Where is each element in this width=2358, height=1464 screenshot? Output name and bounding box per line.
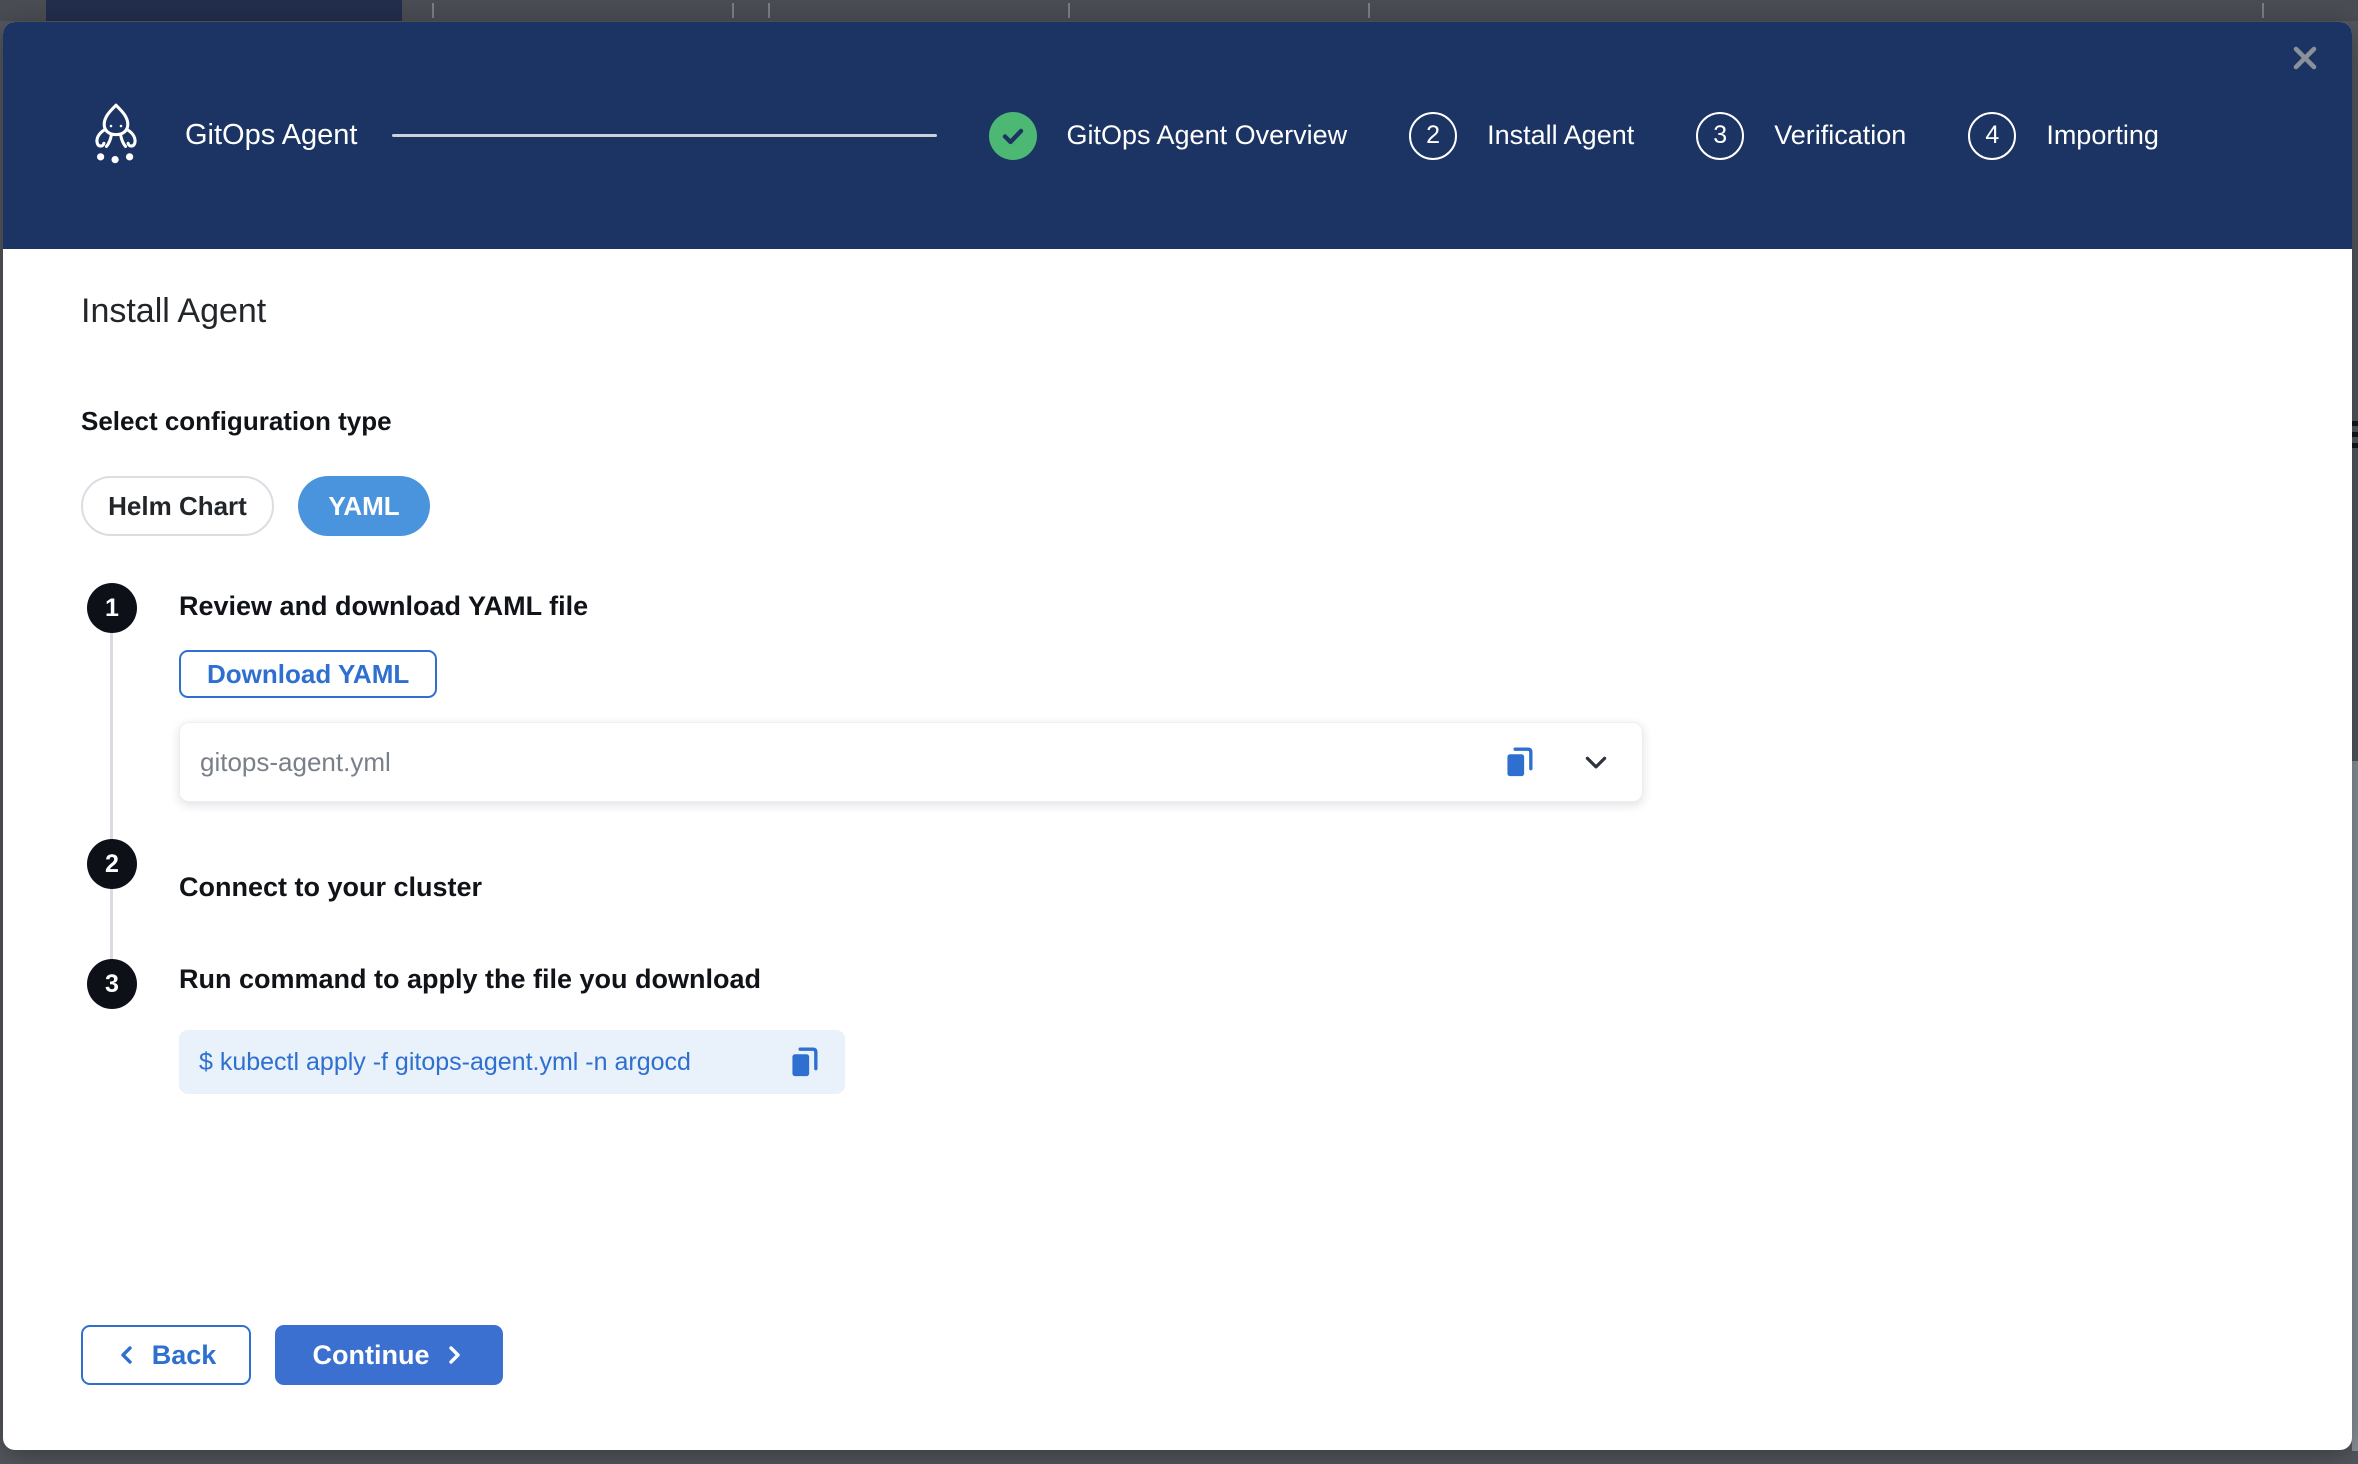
config-type-options: Helm Chart YAML (81, 476, 430, 536)
copy-icon[interactable] (1502, 744, 1536, 780)
yaml-file-name: gitops-agent.yml (200, 747, 1502, 778)
background-browser-tabs (0, 0, 2358, 21)
chevron-down-icon[interactable] (1580, 746, 1612, 778)
step-number-circle: 2 (1409, 112, 1457, 160)
header-divider-line (392, 134, 937, 137)
chevron-left-icon (116, 1343, 138, 1367)
step-3-number-circle: 3 (87, 959, 137, 1009)
wizard-stepper: GitOps Agent Overview 2 Install Agent 3 … (989, 112, 2221, 160)
wizard-header: GitOps Agent GitOps Agent Overview 2 Ins… (3, 22, 2352, 249)
close-icon[interactable] (2284, 38, 2326, 80)
chevron-right-icon (443, 1343, 465, 1367)
step-number-circle: 3 (1696, 112, 1744, 160)
download-yaml-button[interactable]: Download YAML (179, 650, 437, 698)
background-active-tab (46, 0, 402, 21)
step-1-number-circle: 1 (87, 583, 137, 633)
check-icon (989, 112, 1037, 160)
stepper-label: Install Agent (1487, 120, 1634, 151)
continue-button[interactable]: Continue (275, 1325, 503, 1385)
stepper-label: Verification (1774, 120, 1906, 151)
kubectl-command-box: $ kubectl apply -f gitops-agent.yml -n a… (179, 1030, 845, 1094)
stepper-item-importing[interactable]: 4 Importing (1968, 112, 2159, 160)
kubectl-command-text: $ kubectl apply -f gitops-agent.yml -n a… (199, 1048, 787, 1077)
stepper-label: Importing (2046, 120, 2159, 151)
stepper-item-overview[interactable]: GitOps Agent Overview (989, 112, 1348, 160)
step-connector-line (110, 612, 113, 984)
step-2-title: Connect to your cluster (179, 872, 482, 903)
background-page-sliver (2352, 21, 2358, 1464)
stepper-item-verification[interactable]: 3 Verification (1696, 112, 1906, 160)
stepper-item-install-agent[interactable]: 2 Install Agent (1409, 112, 1634, 160)
step-number-circle: 4 (1968, 112, 2016, 160)
helm-chart-option[interactable]: Helm Chart (81, 476, 274, 536)
page-title: Install Agent (81, 292, 266, 331)
continue-button-label: Continue (313, 1340, 430, 1371)
yaml-file-card[interactable]: gitops-agent.yml (179, 722, 1643, 802)
step-1-title: Review and download YAML file (179, 591, 588, 622)
stepper-label: GitOps Agent Overview (1067, 120, 1348, 151)
wizard-brand-title: GitOps Agent (185, 119, 358, 152)
copy-icon[interactable] (787, 1044, 821, 1080)
config-type-label: Select configuration type (81, 406, 392, 437)
yaml-option[interactable]: YAML (298, 476, 430, 536)
step-3-title: Run command to apply the file you downlo… (179, 964, 761, 995)
step-2-number-circle: 2 (87, 839, 137, 889)
argo-squid-logo-icon (87, 101, 145, 171)
gitops-agent-wizard-modal: GitOps Agent GitOps Agent Overview 2 Ins… (3, 22, 2352, 1450)
back-button[interactable]: Back (81, 1325, 251, 1385)
back-button-label: Back (152, 1340, 217, 1371)
